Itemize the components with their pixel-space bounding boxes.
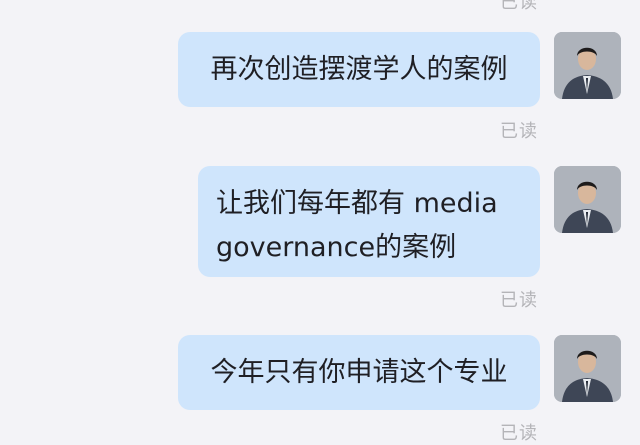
read-receipt-3: 已读 <box>500 423 538 444</box>
avatar[interactable] <box>554 32 621 99</box>
user-avatar-icon <box>554 166 621 233</box>
message-bubble-1[interactable]: 再次创造摆渡学人的案例 <box>178 32 540 107</box>
user-avatar-icon <box>554 335 621 402</box>
message-text-2-line-2: governance的案例 <box>216 232 457 263</box>
message-text-2-line-1: 让我们每年都有 media <box>216 188 498 219</box>
message-text-1: 再次创造摆渡学人的案例 <box>210 54 508 85</box>
avatar[interactable] <box>554 166 621 233</box>
message-bubble-2[interactable]: 让我们每年都有 media governance的案例 <box>198 166 540 277</box>
user-avatar-icon <box>554 32 621 99</box>
read-receipt-2: 已读 <box>500 290 538 311</box>
avatar[interactable] <box>554 335 621 402</box>
read-receipt-1: 已读 <box>500 121 538 142</box>
read-receipt-top: 已读 <box>500 0 538 13</box>
message-text-3: 今年只有你申请这个专业 <box>210 357 508 388</box>
message-bubble-3[interactable]: 今年只有你申请这个专业 <box>178 335 540 410</box>
